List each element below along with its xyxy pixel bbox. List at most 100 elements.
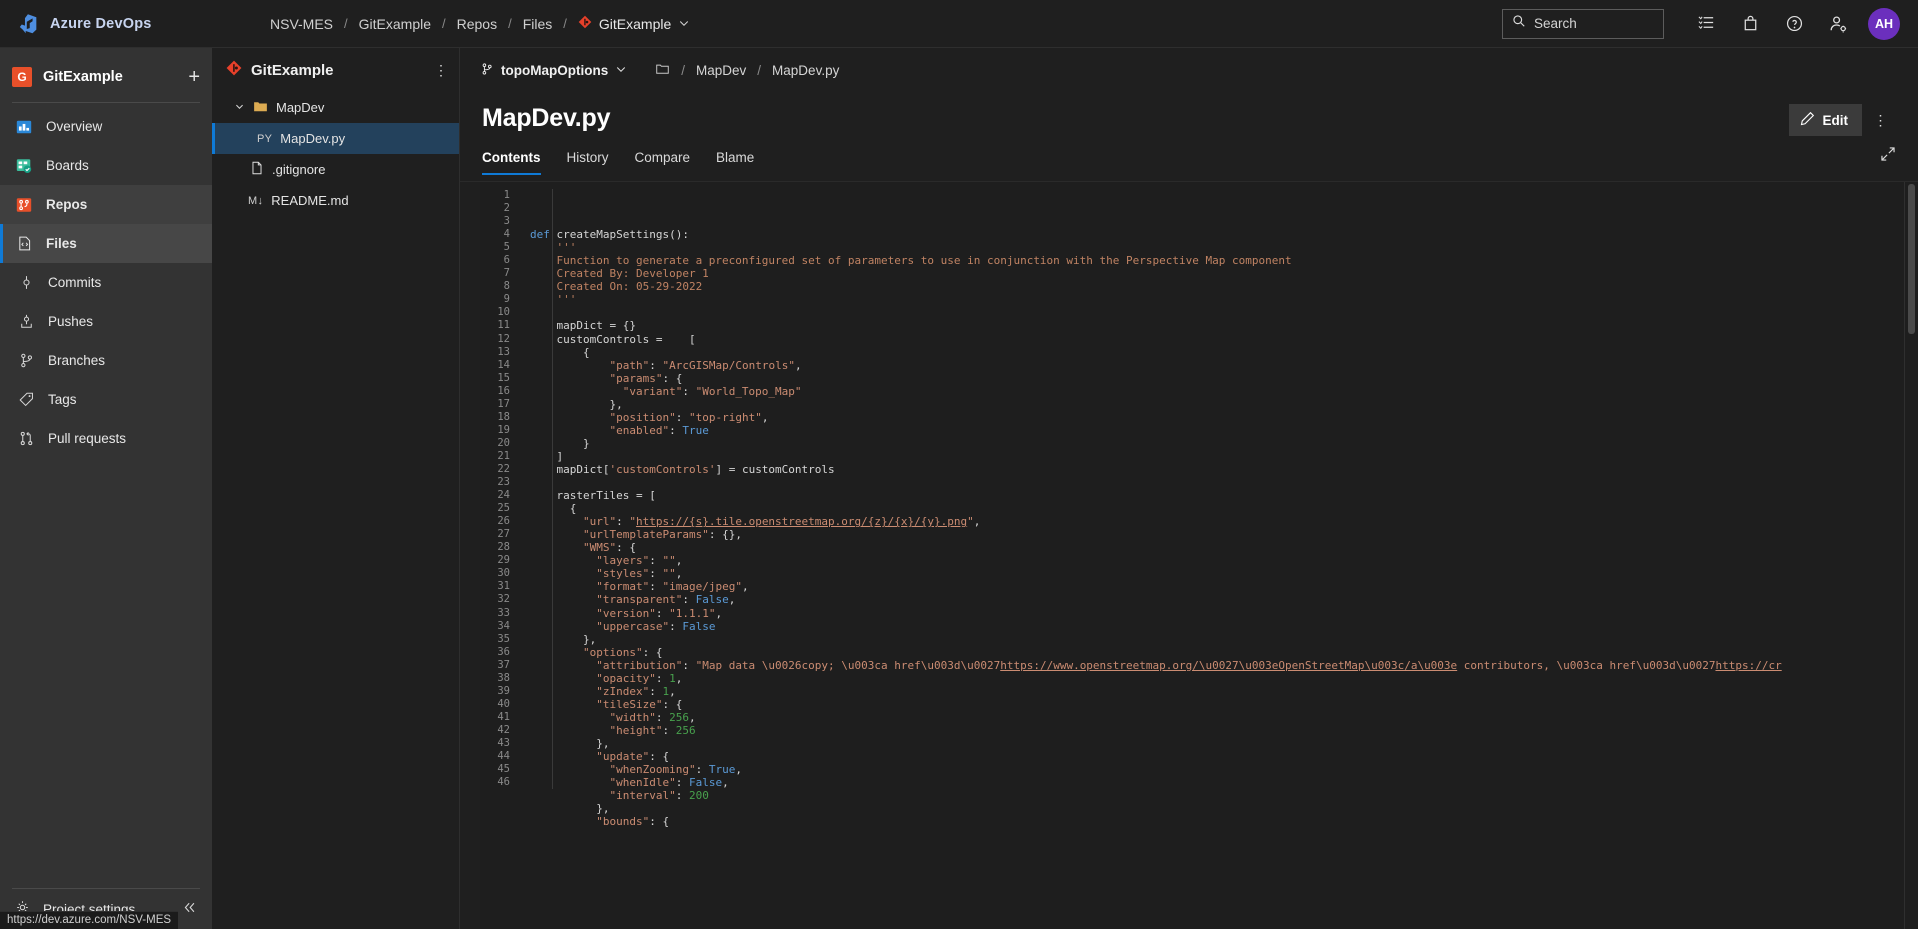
code-line[interactable]: "enabled": True xyxy=(518,424,1918,437)
more-vertical-icon[interactable]: ⋮ xyxy=(1866,105,1896,135)
code-line[interactable]: "whenIdle": False, xyxy=(518,776,1918,789)
avatar[interactable]: AH xyxy=(1868,8,1900,40)
sidebar-item-pushes[interactable]: Pushes xyxy=(0,302,212,341)
breadcrumb-repo-selector[interactable]: GitExample xyxy=(578,15,690,32)
code-line[interactable]: "url": "https://{s}.tile.openstreetmap.o… xyxy=(518,515,1918,528)
code-line[interactable]: "update": { xyxy=(518,750,1918,763)
sidebar-item-pull-requests[interactable]: Pull requests xyxy=(0,419,212,458)
file-tree-row-gitignore[interactable]: .gitignore xyxy=(212,154,459,185)
code-line[interactable]: "zIndex": 1, xyxy=(518,685,1918,698)
code-line[interactable]: ''' xyxy=(518,293,1918,306)
breadcrumb-item-project[interactable]: GitExample xyxy=(359,16,431,32)
code-line[interactable]: }, xyxy=(518,737,1918,750)
code-line[interactable]: Created By: Developer 1 xyxy=(518,267,1918,280)
code-line[interactable]: ] xyxy=(518,450,1918,463)
add-new-button[interactable]: + xyxy=(188,67,200,87)
code-line[interactable]: }, xyxy=(518,802,1918,815)
code-line[interactable]: customControls = [ xyxy=(518,333,1918,346)
more-vertical-icon[interactable]: ⋮ xyxy=(434,62,449,79)
tab-history[interactable]: History xyxy=(554,144,622,175)
breadcrumb-item-repos[interactable]: Repos xyxy=(457,16,497,32)
code-line[interactable]: "height": 256 xyxy=(518,724,1918,737)
code-line[interactable]: "format": "image/jpeg", xyxy=(518,580,1918,593)
code-line[interactable]: "params": { xyxy=(518,372,1918,385)
work-items-icon[interactable] xyxy=(1684,2,1728,46)
code-token: : xyxy=(649,580,662,593)
search-input[interactable]: Search xyxy=(1502,9,1664,39)
code-line[interactable]: "attribution": "Map data \u0026copy; \u0… xyxy=(518,659,1918,672)
breadcrumb-item-org[interactable]: NSV-MES xyxy=(270,16,333,32)
code-line[interactable]: "transparent": False, xyxy=(518,593,1918,606)
chevron-down-icon[interactable] xyxy=(234,100,245,115)
code-line[interactable]: "interval": 200 xyxy=(518,789,1918,802)
branch-selector[interactable]: topoMapOptions xyxy=(480,62,627,79)
code-text-area[interactable]: def createMapSettings(): ''' Function to… xyxy=(518,182,1918,929)
brand[interactable]: Azure DevOps xyxy=(0,0,258,48)
sidebar-item-boards[interactable]: Boards xyxy=(0,146,212,185)
breadcrumb-item-files[interactable]: Files xyxy=(523,16,553,32)
code-line[interactable]: "bounds": { xyxy=(518,815,1918,828)
code-line[interactable]: "urlTemplateParams": {}, xyxy=(518,528,1918,541)
code-token[interactable]: https://{s}.tile.openstreetmap.org/{z}/{… xyxy=(636,515,967,528)
code-line[interactable]: "opacity": 1, xyxy=(518,672,1918,685)
code-line[interactable]: "width": 256, xyxy=(518,711,1918,724)
code-line[interactable]: "tileSize": { xyxy=(518,698,1918,711)
sidebar-item-repos[interactable]: Repos xyxy=(0,185,212,224)
sidebar-item-branches[interactable]: Branches xyxy=(0,341,212,380)
user-settings-icon[interactable] xyxy=(1816,2,1860,46)
code-vertical-scrollbar[interactable] xyxy=(1905,182,1918,929)
code-line[interactable]: "whenZooming": True, xyxy=(518,763,1918,776)
code-line[interactable]: Function to generate a preconfigured set… xyxy=(518,254,1918,267)
code-token[interactable]: https://www.openstreetmap.org/\u0027\u00… xyxy=(1000,659,1457,672)
path-crumb-mapdev-py[interactable]: MapDev.py xyxy=(772,63,839,78)
code-line[interactable]: { xyxy=(518,502,1918,515)
code-line[interactable]: "WMS": { xyxy=(518,541,1918,554)
code-line[interactable]: "path": "ArcGISMap/Controls", xyxy=(518,359,1918,372)
scrollbar-thumb[interactable] xyxy=(1908,184,1915,334)
code-line[interactable] xyxy=(518,476,1918,489)
code-token[interactable]: https://cr xyxy=(1715,659,1781,672)
file-tree-repo-name[interactable]: GitExample xyxy=(251,62,334,79)
code-line[interactable]: "options": { xyxy=(518,646,1918,659)
code-line[interactable] xyxy=(518,306,1918,319)
tab-compare[interactable]: Compare xyxy=(622,144,704,175)
code-token: False xyxy=(696,593,729,606)
sidebar-item-tags[interactable]: Tags xyxy=(0,380,212,419)
marketplace-icon[interactable] xyxy=(1728,2,1772,46)
code-line[interactable]: }, xyxy=(518,398,1918,411)
tab-contents[interactable]: Contents xyxy=(482,144,554,175)
file-tree-row-label: .gitignore xyxy=(272,162,325,177)
code-line[interactable]: "position": "top-right", xyxy=(518,411,1918,424)
help-icon[interactable] xyxy=(1772,2,1816,46)
edit-button[interactable]: Edit xyxy=(1789,104,1863,136)
full-screen-icon[interactable] xyxy=(1880,146,1896,175)
code-line[interactable]: ''' xyxy=(518,241,1918,254)
file-tree-row-mapdev-py[interactable]: PY MapDev.py xyxy=(212,123,459,154)
tab-blame[interactable]: Blame xyxy=(703,144,767,175)
code-line[interactable]: "version": "1.1.1", xyxy=(518,607,1918,620)
code-line[interactable]: { xyxy=(518,346,1918,359)
file-tree-row-readme-md[interactable]: M↓ README.md xyxy=(212,185,459,216)
folder-icon[interactable] xyxy=(655,62,670,79)
path-crumb-mapdev[interactable]: MapDev xyxy=(696,63,746,78)
code-line[interactable]: rasterTiles = [ xyxy=(518,489,1918,502)
code-line[interactable]: "uppercase": False xyxy=(518,620,1918,633)
sidebar-item-overview[interactable]: Overview xyxy=(0,107,212,146)
code-line[interactable]: "styles": "", xyxy=(518,567,1918,580)
code-line[interactable]: mapDict['customControls'] = customContro… xyxy=(518,463,1918,476)
code-line[interactable]: Created On: 05-29-2022 xyxy=(518,280,1918,293)
code-line[interactable]: def createMapSettings(): xyxy=(518,228,1918,241)
code-token: ''' xyxy=(530,241,576,254)
code-token: Function to generate a preconfigured set… xyxy=(530,254,1292,267)
code-line[interactable]: "layers": "", xyxy=(518,554,1918,567)
code-line[interactable]: "variant": "World_Topo_Map" xyxy=(518,385,1918,398)
code-line[interactable]: mapDict = {} xyxy=(518,319,1918,332)
project-header[interactable]: G GitExample + xyxy=(0,56,212,98)
collapse-left-icon[interactable] xyxy=(181,899,212,920)
sidebar-item-files[interactable]: Files xyxy=(0,224,212,263)
code-line[interactable]: } xyxy=(518,437,1918,450)
code-editor[interactable]: 1234567891011121314151617181920212223242… xyxy=(480,182,1918,929)
code-line[interactable]: }, xyxy=(518,633,1918,646)
sidebar-item-commits[interactable]: Commits xyxy=(0,263,212,302)
file-tree-row-folder[interactable]: MapDev xyxy=(212,92,459,123)
